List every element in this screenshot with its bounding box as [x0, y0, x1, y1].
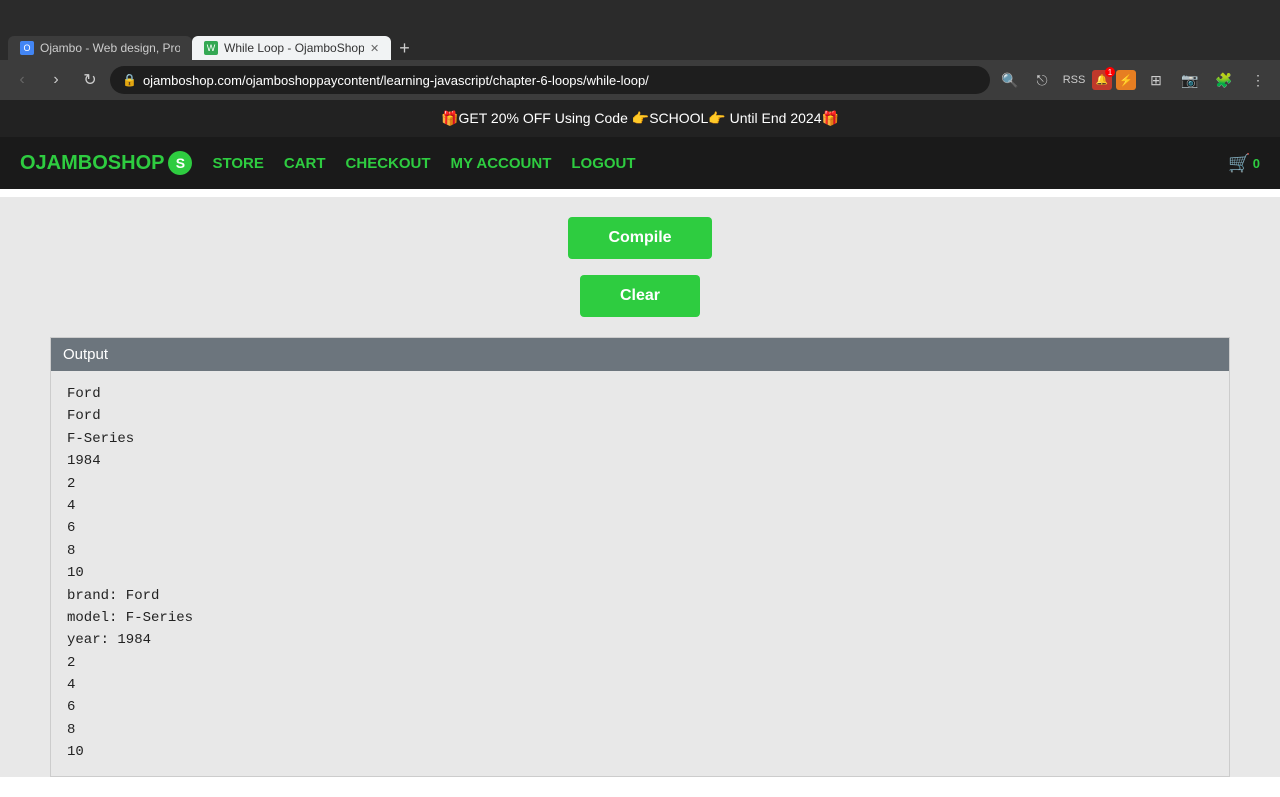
lock-icon: 🔒 [122, 73, 137, 87]
output-line: 1984 [67, 450, 1213, 472]
browser-chrome: O Ojambo - Web design, Progra... W While… [0, 0, 1280, 100]
address-bar: 🔒 [110, 66, 990, 94]
output-line: F-Series [67, 428, 1213, 450]
buttons-section: Compile Clear [0, 197, 1280, 337]
extensions-btn[interactable]: 🧩 [1210, 66, 1238, 94]
output-line: 2 [67, 473, 1213, 495]
nav-my-account[interactable]: MY ACCOUNT [451, 155, 552, 172]
output-line: Ford [67, 383, 1213, 405]
tab-favicon-1: O [20, 41, 34, 55]
page-content: 🎁GET 20% OFF Using Code 👉SCHOOL👉 Until E… [0, 100, 1280, 777]
search-icon-btn[interactable]: 🔍 [996, 66, 1024, 94]
nav-checkout[interactable]: CHECKOUT [346, 155, 431, 172]
share-icon-btn[interactable]: ⎋ [1028, 66, 1056, 94]
output-line: 8 [67, 540, 1213, 562]
logo-text: OJAMBOSHOP [20, 152, 164, 175]
output-body: FordFordF-Series1984246810brand: Fordmod… [51, 371, 1229, 776]
promo-banner: 🎁GET 20% OFF Using Code 👉SCHOOL👉 Until E… [0, 100, 1280, 137]
logo-s-icon: S [168, 151, 192, 175]
screenshot-btn[interactable]: 📷 [1176, 66, 1204, 94]
browser-tab-bar: O Ojambo - Web design, Progra... W While… [0, 32, 1280, 60]
output-line: 10 [67, 741, 1213, 763]
output-line: Ford [67, 405, 1213, 427]
tab-close-button[interactable]: ✕ [370, 42, 379, 55]
nav-logout[interactable]: LOGOUT [571, 155, 635, 172]
extension-red[interactable]: 🔔 1 [1092, 70, 1112, 90]
site-nav: OJAMBOSHOP S STORE CART CHECKOUT MY ACCO… [0, 137, 1280, 189]
sidebar-toggle[interactable]: ⊞ [1142, 66, 1170, 94]
cart-icon: 🛒 [1228, 153, 1250, 174]
cart-count: 0 [1253, 156, 1260, 171]
output-section: Output FordFordF-Series1984246810brand: … [50, 337, 1230, 777]
output-line: 8 [67, 719, 1213, 741]
compile-button[interactable]: Compile [568, 217, 711, 259]
output-line: 6 [67, 696, 1213, 718]
main-content: Compile Clear Output FordFordF-Series198… [0, 197, 1280, 777]
site-logo[interactable]: OJAMBOSHOP S [20, 151, 192, 175]
browser-titlebar [0, 0, 1280, 32]
extension-orange[interactable]: ⚡ [1116, 70, 1136, 90]
browser-toolbar: ‹ › ↻ 🔒 🔍 ⎋ RSS 🔔 1 ⚡ ⊞ 📷 🧩 ⋮ [0, 60, 1280, 100]
output-line: 4 [67, 674, 1213, 696]
output-line: 6 [67, 517, 1213, 539]
new-tab-button[interactable]: + [391, 36, 418, 60]
output-line: 10 [67, 562, 1213, 584]
clear-button[interactable]: Clear [580, 275, 700, 317]
ext-orange-label: ⚡ [1119, 74, 1133, 87]
nav-store[interactable]: STORE [212, 155, 263, 172]
browser-tab-active[interactable]: W While Loop - OjamboShop ✕ [192, 36, 391, 60]
rss-icon-btn[interactable]: RSS [1060, 66, 1088, 94]
nav-cart[interactable]: CART [284, 155, 326, 172]
output-line: year: 1984 [67, 629, 1213, 651]
menu-btn[interactable]: ⋮ [1244, 66, 1272, 94]
browser-tab-inactive[interactable]: O Ojambo - Web design, Progra... [8, 36, 192, 60]
top-divider [0, 189, 1280, 197]
output-header: Output [51, 338, 1229, 371]
output-line: 4 [67, 495, 1213, 517]
back-button[interactable]: ‹ [8, 66, 36, 94]
promo-text: 🎁GET 20% OFF Using Code 👉SCHOOL👉 Until E… [441, 110, 839, 126]
toolbar-icons: 🔍 ⎋ RSS 🔔 1 ⚡ [996, 66, 1136, 94]
tab-label-2: While Loop - OjamboShop [224, 41, 364, 55]
output-line: 2 [67, 652, 1213, 674]
tab-favicon-2: W [204, 41, 218, 55]
url-input[interactable] [143, 73, 978, 88]
tab-label-1: Ojambo - Web design, Progra... [40, 41, 180, 55]
forward-button[interactable]: › [42, 66, 70, 94]
cart-icon-link[interactable]: 🛒 0 [1228, 153, 1260, 174]
reload-button[interactable]: ↻ [76, 66, 104, 94]
output-line: model: F-Series [67, 607, 1213, 629]
notification-badge: 1 [1105, 67, 1115, 77]
output-line: brand: Ford [67, 585, 1213, 607]
